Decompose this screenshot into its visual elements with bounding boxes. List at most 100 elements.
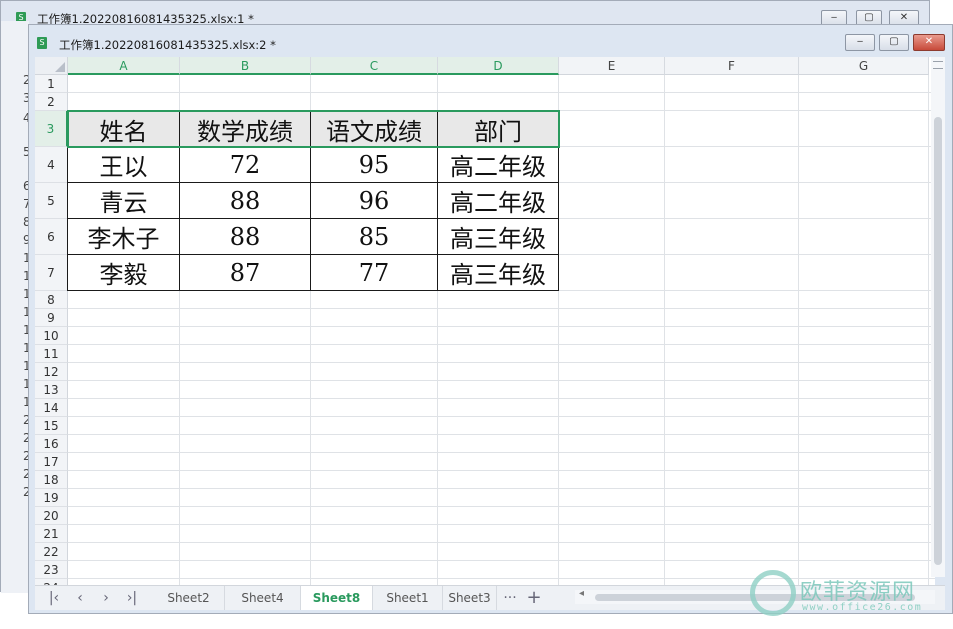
column-header-f[interactable]: F [665, 57, 799, 75]
back-row-number: 1 [23, 323, 29, 337]
row-header-15[interactable]: 15 [35, 417, 68, 435]
row-header-16[interactable]: 16 [35, 435, 68, 453]
sheet-tab-sheet4[interactable]: Sheet4 [225, 586, 301, 610]
gridline [68, 380, 935, 381]
table-header-cell[interactable]: 姓名 [68, 111, 180, 147]
table-header-cell[interactable]: 部门 [438, 111, 559, 147]
table-cell[interactable]: 85 [311, 219, 438, 255]
select-all-corner[interactable] [35, 57, 68, 75]
row-header-12[interactable]: 12 [35, 363, 68, 381]
prev-sheet-icon[interactable]: ‹ [69, 588, 91, 608]
column-header-b[interactable]: B [180, 57, 311, 75]
add-sheet-icon[interactable]: + [523, 588, 545, 608]
back-window-titlebar[interactable]: S 工作簿1.20220816081435325.xlsx:1 * ‒ ▢ ✕ [1, 1, 929, 27]
back-row-number: 1 [23, 377, 29, 391]
gridline [68, 416, 935, 417]
vertical-scrollbar[interactable] [931, 57, 945, 577]
column-header-g[interactable]: G [799, 57, 929, 75]
row-header-13[interactable]: 13 [35, 381, 68, 399]
back-row-number: 2 [23, 485, 29, 499]
gridline [798, 75, 799, 609]
minimize-button[interactable]: ‒ [845, 34, 875, 51]
worksheet-grid[interactable]: A B C D E F G 1 2 3 4 5 6 7 8 9 10 11 12 13 14 15 16 17 18 19 20 21… [35, 57, 935, 609]
table-cell[interactable]: 高二年级 [438, 147, 559, 183]
last-sheet-icon[interactable]: ›| [121, 588, 143, 608]
back-row-number: 7 [23, 197, 29, 211]
column-header-a[interactable]: A [68, 57, 180, 75]
close-button[interactable]: ✕ [913, 34, 945, 51]
front-window-title: 工作簿1.20220816081435325.xlsx:2 * [59, 38, 276, 52]
column-header-e[interactable]: E [559, 57, 665, 75]
table-cell[interactable]: 77 [311, 255, 438, 291]
table-cell[interactable]: 96 [311, 183, 438, 219]
column-header-c[interactable]: C [311, 57, 438, 75]
gridline [68, 326, 935, 327]
row-header-10[interactable]: 10 [35, 327, 68, 345]
table-cell[interactable]: 王以 [68, 147, 180, 183]
scroll-left-icon[interactable]: ◂ [579, 588, 584, 599]
row-header-11[interactable]: 11 [35, 345, 68, 363]
row-header-4[interactable]: 4 [35, 147, 68, 183]
table-header-cell[interactable]: 数学成绩 [180, 111, 311, 147]
row-header-22[interactable]: 22 [35, 543, 68, 561]
back-row-number: 2 [23, 73, 29, 87]
row-header-7[interactable]: 7 [35, 255, 68, 291]
table-cell[interactable]: 88 [180, 183, 311, 219]
row-header-20[interactable]: 20 [35, 507, 68, 525]
row-header-23[interactable]: 23 [35, 561, 68, 579]
scroll-menu-icon[interactable] [933, 61, 943, 69]
sheet-tab-sheet3[interactable]: Sheet3 [443, 586, 497, 610]
table-cell[interactable]: 高三年级 [438, 219, 559, 255]
gridline [68, 362, 935, 363]
gridline [68, 344, 935, 345]
row-header-17[interactable]: 17 [35, 453, 68, 471]
sheet-tab-bar: |‹ ‹ › ›| Sheet2 Sheet4 Sheet8 Sheet1 Sheet3… [35, 585, 945, 610]
table-cell[interactable]: 青云 [68, 183, 180, 219]
sheet-tab-sheet8[interactable]: Sheet8 [301, 586, 373, 610]
table-cell[interactable]: 高二年级 [438, 183, 559, 219]
spreadsheet-app-icon: S [37, 37, 47, 49]
row-header-1[interactable]: 1 [35, 75, 68, 93]
row-header-3[interactable]: 3 [35, 111, 68, 147]
more-sheets-icon[interactable]: ··· [499, 588, 521, 608]
table-header-cell[interactable]: 语文成绩 [311, 111, 438, 147]
table-cell[interactable]: 72 [180, 147, 311, 183]
vertical-scroll-thumb[interactable] [934, 117, 942, 565]
horizontal-scrollbar[interactable]: ◂ [575, 588, 935, 604]
back-row-number: 2 [23, 467, 29, 481]
gridline [68, 470, 935, 471]
row-header-19[interactable]: 19 [35, 489, 68, 507]
horizontal-scroll-thumb[interactable] [595, 594, 915, 601]
front-window-titlebar[interactable]: S 工作簿1.20220816081435325.xlsx:2 * ‒ ▢ ✕ [29, 25, 952, 59]
gridline [68, 578, 935, 579]
row-header-21[interactable]: 21 [35, 525, 68, 543]
restore-button[interactable]: ▢ [879, 34, 909, 51]
back-window-row-strip: 2 3 4 5 6 7 8 9 1 1 1 1 1 1 1 1 1 2 2 2 2 2 [1, 21, 29, 593]
front-workbook-window[interactable]: S 工作簿1.20220816081435325.xlsx:2 * ‒ ▢ ✕ … [28, 24, 953, 614]
table-cell[interactable]: 88 [180, 219, 311, 255]
sheet-tab-sheet2[interactable]: Sheet2 [153, 586, 225, 610]
table-cell[interactable]: 95 [311, 147, 438, 183]
row-header-14[interactable]: 14 [35, 399, 68, 417]
row-header-5[interactable]: 5 [35, 183, 68, 219]
first-sheet-icon[interactable]: |‹ [43, 588, 65, 608]
table-cell[interactable]: 李毅 [68, 255, 180, 291]
column-header-d[interactable]: D [438, 57, 559, 75]
row-header-9[interactable]: 9 [35, 309, 68, 327]
gridline [68, 560, 935, 561]
gridline [68, 92, 935, 93]
row-header-6[interactable]: 6 [35, 219, 68, 255]
gridline [68, 434, 935, 435]
sheet-tab-sheet1[interactable]: Sheet1 [373, 586, 443, 610]
row-header-18[interactable]: 18 [35, 471, 68, 489]
table-cell[interactable]: 87 [180, 255, 311, 291]
table-cell[interactable]: 高三年级 [438, 255, 559, 291]
row-header-2[interactable]: 2 [35, 93, 68, 111]
gridline [68, 398, 935, 399]
table-cell[interactable]: 李木子 [68, 219, 180, 255]
back-row-number: 5 [23, 145, 29, 159]
next-sheet-icon[interactable]: › [95, 588, 117, 608]
back-row-number: 2 [23, 413, 29, 427]
gridline [68, 542, 935, 543]
row-header-8[interactable]: 8 [35, 291, 68, 309]
